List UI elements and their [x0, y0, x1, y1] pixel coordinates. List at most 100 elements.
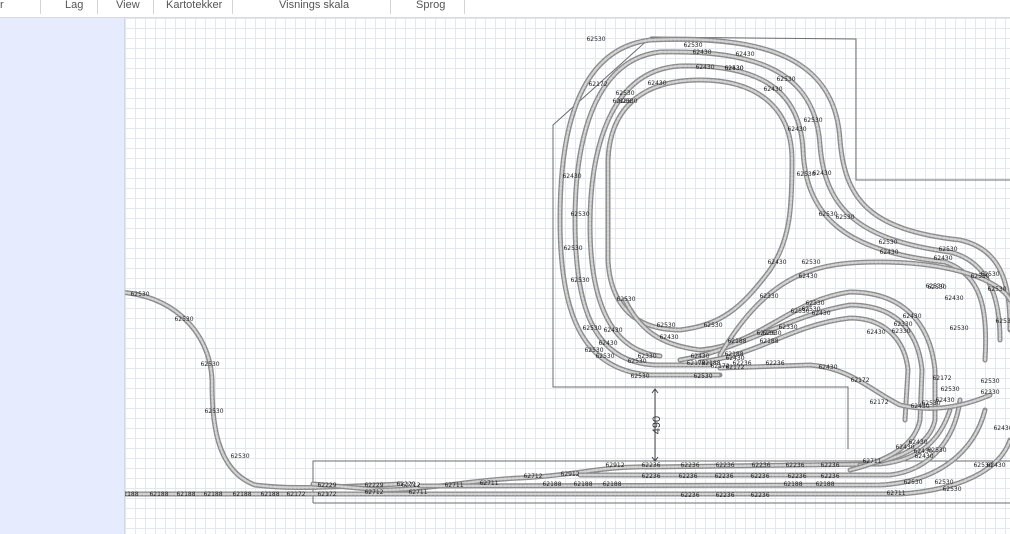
- track-part-label: 62530: [927, 284, 946, 291]
- track-part-label: 62530: [570, 211, 589, 218]
- track-part-label: 62530: [949, 325, 968, 332]
- track-part-label: 62530: [130, 291, 149, 298]
- track-part-label: 62530: [835, 214, 854, 221]
- track-part-label: 62430: [735, 51, 754, 58]
- track-part-label: 62236: [714, 473, 733, 480]
- track-part-label: 62236: [785, 462, 804, 469]
- track-part-label: 62712: [364, 489, 383, 496]
- track-part-label: 62430: [910, 403, 929, 410]
- track-part-label: 62430: [895, 444, 914, 451]
- track-part-label: 62236: [820, 462, 839, 469]
- track-part-label: 62172: [850, 377, 869, 384]
- track-part-label: 62430: [879, 249, 898, 256]
- track-part-label: 62430: [763, 86, 782, 93]
- menu-item-sprog[interactable]: Sprog: [391, 0, 465, 14]
- track-part-label: 62236: [678, 473, 697, 480]
- left-panel: [0, 18, 125, 534]
- track-part-label: 62530: [927, 447, 946, 454]
- menu-item-visnings-skala[interactable]: Visnings skala: [233, 0, 391, 14]
- track-part-label: 62530: [938, 246, 957, 253]
- track-part-label: 62430: [933, 255, 952, 262]
- track-part-label: 62530: [616, 296, 635, 303]
- track-part-label: 62330: [980, 389, 999, 396]
- track-part-label: 62711: [886, 490, 905, 497]
- track-part-label: 62430: [866, 329, 885, 336]
- track-part-label: 62236: [641, 462, 660, 469]
- track-part-label: 62229: [364, 482, 383, 489]
- track-part-label: 62711: [479, 480, 498, 487]
- track-part-label: 62430: [647, 80, 666, 87]
- track-part-label: 62172: [710, 363, 729, 370]
- track-part-label: 62530: [656, 322, 675, 329]
- track-part-label: 62188: [783, 481, 802, 488]
- track-part-label: 62430: [692, 49, 711, 56]
- track-part-label: 62188: [602, 481, 621, 488]
- track-part-label: 62236: [750, 492, 769, 499]
- dimension-label: 490: [651, 416, 663, 434]
- track-part-label: 62530: [618, 98, 637, 105]
- track-part-label: 62430: [603, 327, 622, 334]
- track-part-label: 62430: [798, 273, 817, 280]
- track-part-label: 62530: [630, 373, 649, 380]
- track-part-label: 62530: [724, 65, 743, 72]
- track-straight-1[interactable]: [310, 407, 953, 493]
- track-part-label: 62236: [751, 462, 770, 469]
- track-part-label: 62188: [573, 481, 592, 488]
- track-balloon-loop[interactable]: [125, 290, 403, 497]
- track-part-label: 62188: [542, 481, 561, 488]
- track-part-label: 62236: [750, 473, 769, 480]
- track-part-label: 62530: [204, 408, 223, 415]
- track-part-label: 62172: [317, 491, 336, 498]
- track-part-label: 62430: [812, 170, 831, 177]
- track-part-label: 62172: [932, 375, 951, 382]
- track-part-label: 62172: [286, 491, 305, 498]
- track-part-label: 62530: [683, 42, 702, 49]
- track-part-label: 62188: [176, 491, 195, 498]
- track-part-label: 62530: [942, 486, 961, 493]
- menu-item-lag[interactable]: Lag: [41, 0, 98, 14]
- layout-canvas[interactable]: 490 62530 62530 62530 62530 62530 2188 6…: [125, 18, 1010, 534]
- track-part-label: 62530: [230, 453, 249, 460]
- track-part-label: 62530: [627, 358, 646, 365]
- track-part-label: 62530: [595, 353, 614, 360]
- track-part-label: 62236: [765, 360, 784, 367]
- track-part-label: 62912: [560, 471, 579, 478]
- track-part-label: 62530: [582, 325, 601, 332]
- track-part-label: 62430: [818, 364, 837, 371]
- track-part-label: 62430: [935, 397, 954, 404]
- track-part-label: 62430: [598, 340, 617, 347]
- track-part-label: 62530: [174, 316, 193, 323]
- track-part-label: 62530: [801, 306, 820, 313]
- menu-item-partial[interactable]: r: [0, 0, 41, 14]
- menu-item-kartotekker[interactable]: Kartotekker: [154, 0, 233, 14]
- track-part-label: 62172: [869, 399, 888, 406]
- track-part-label: 62530: [801, 259, 820, 266]
- track-part-label: 62430: [986, 462, 1005, 469]
- track-part-label: 62236: [641, 473, 660, 480]
- track-part-label: 62430: [725, 355, 744, 362]
- track-part-label: 62530: [940, 386, 959, 393]
- track-part-label: 62172: [588, 81, 607, 88]
- track-part-label: 62188: [727, 338, 746, 345]
- track-part-label: 62430: [562, 173, 581, 180]
- track-part-label: 62530: [563, 245, 582, 252]
- track-part-label: 62430: [902, 313, 921, 320]
- track-part-label: 62530: [200, 361, 219, 368]
- track-part-label: 62530: [570, 277, 589, 284]
- track-part-label: 62236: [715, 492, 734, 499]
- track-part-label: 62430: [690, 353, 709, 360]
- track-part-label: 62711: [444, 482, 463, 489]
- track-part-label: 62530: [934, 479, 953, 486]
- track-part-label: 62430: [695, 64, 714, 71]
- track-part-label: 62430: [659, 334, 678, 341]
- track-part-label: 62530: [615, 90, 634, 97]
- track-part-label: 62236: [680, 462, 699, 469]
- track-labels: 62530 62530 62530 62530 62530 62530 62530 62530…: [125, 36, 1010, 499]
- track-part-label: 62229: [317, 482, 336, 489]
- track-part-label: 62236: [787, 473, 806, 480]
- track-plan[interactable]: 490 6253062530625306253062530 2188 62188…: [125, 18, 1010, 534]
- track-part-label: 62530: [586, 36, 605, 43]
- track-part-label: 62711: [408, 489, 427, 496]
- menu-item-view[interactable]: View: [98, 0, 154, 14]
- track-part-label: 62530: [987, 286, 1006, 293]
